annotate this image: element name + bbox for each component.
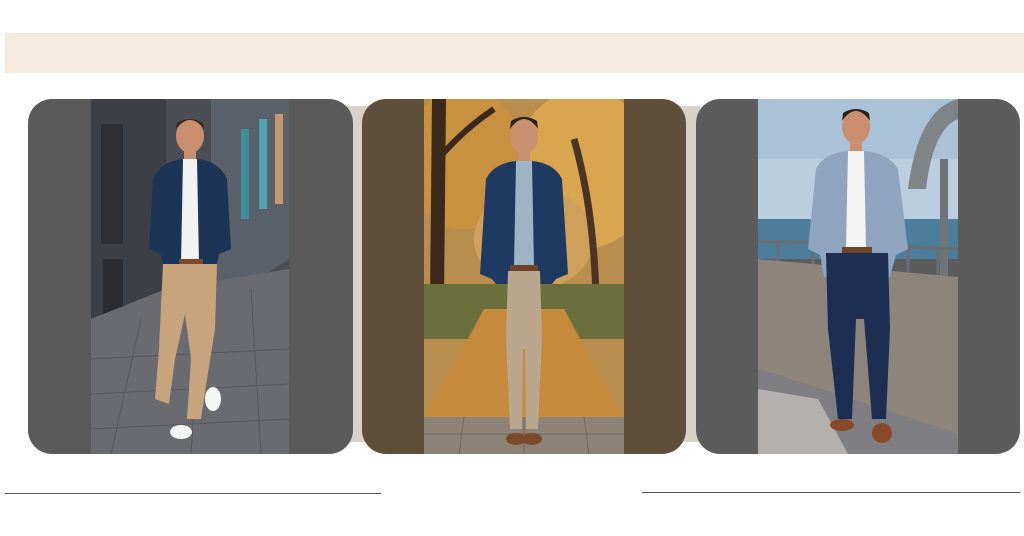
outfit-photo-seaside [758,99,958,454]
outfit-card-1 [28,99,353,454]
outfit-photo-autumn [424,99,624,454]
outfit-photo-street [91,99,289,454]
top-banner [5,33,1024,73]
divider-line-left [5,493,381,494]
divider-line-right [642,492,1020,493]
outfit-card-2 [362,99,686,454]
outfit-card-3 [696,99,1020,454]
